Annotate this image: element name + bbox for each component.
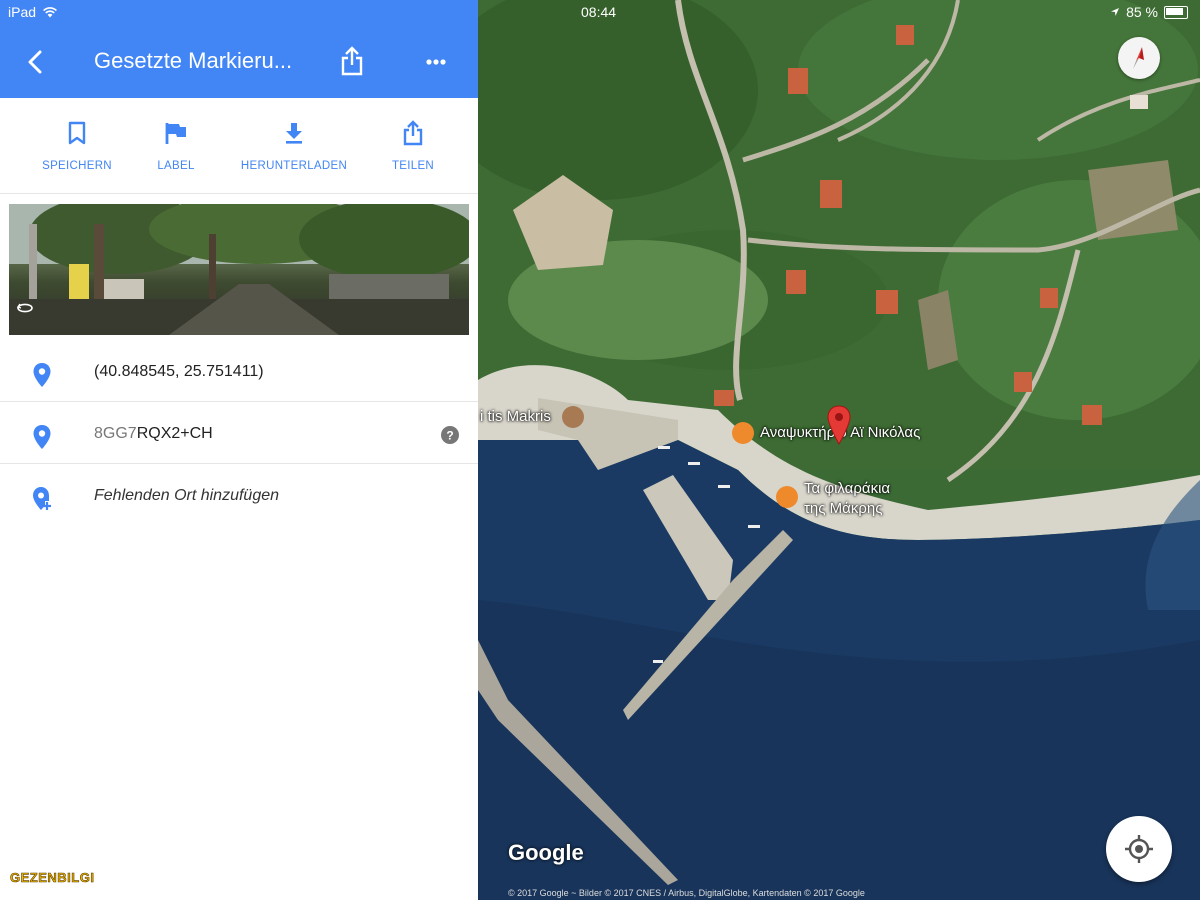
location-pin-icon <box>33 363 51 387</box>
download-icon <box>286 123 302 144</box>
status-bar-left: iPad <box>8 4 58 20</box>
compass-icon <box>1133 47 1144 69</box>
plus-code-suffix: RQX2+CH <box>136 425 213 442</box>
watermark-logo: GEZENBILGI <box>10 870 95 886</box>
flag-icon <box>165 123 186 144</box>
share-button[interactable]: TEILEN <box>388 98 438 193</box>
battery-icon <box>1164 5 1188 19</box>
my-location-button[interactable] <box>1106 816 1172 882</box>
label-label: LABEL <box>157 160 195 172</box>
clock: 08:44 <box>581 4 617 20</box>
plus-code-text: 8GG7RQX2+CH <box>94 425 213 443</box>
share-icon[interactable] <box>338 44 366 78</box>
satellite-imagery <box>478 0 1200 900</box>
google-logo: Google <box>508 840 584 865</box>
restaurant-icon[interactable] <box>732 422 754 444</box>
save-button[interactable]: SPEICHERN <box>42 98 112 193</box>
share-label: TEILEN <box>391 160 435 172</box>
svg-text:?: ? <box>446 429 453 443</box>
coordinates-row[interactable]: (40.848545, 25.751411) <box>0 344 478 402</box>
restaurant-icon[interactable] <box>776 486 798 508</box>
plus-code-prefix: 8GG7 <box>94 425 137 442</box>
plus-code-row[interactable]: 8GG7RQX2+CH ? <box>0 406 478 464</box>
location-pin-icon <box>33 425 51 449</box>
map-label-restaurant-line2[interactable]: της Μάκρης <box>804 500 882 517</box>
more-options-icon[interactable] <box>420 52 452 72</box>
coordinates-text: (40.848545, 25.751411) <box>94 363 264 380</box>
page-title: Gesetzte Markieru... <box>94 48 293 73</box>
action-toolbar: SPEICHERN LABEL HERUNTERLADEN TEILEN <box>0 98 478 194</box>
header-bar: iPad Gesetzte Markieru... <box>0 0 478 98</box>
add-missing-place-text: Fehlenden Ort hinzufügen <box>94 487 280 504</box>
compass-button[interactable] <box>1118 37 1160 79</box>
street-view-thumbnail[interactable] <box>9 204 469 335</box>
dropped-pin-marker[interactable] <box>825 404 853 448</box>
map-label-poi-left[interactable]: i tis Makris <box>480 408 551 425</box>
download-button[interactable]: HERUNTERLADEN <box>240 98 348 193</box>
location-arrow-icon <box>1111 8 1120 16</box>
download-label: HERUNTERLADEN <box>240 160 348 172</box>
map-copyright: © 2017 Google ~ Bilder © 2017 CNES / Air… <box>508 888 865 898</box>
add-missing-place-row[interactable]: Fehlenden Ort hinzufügen <box>0 468 478 525</box>
map-label-restaurant-line1[interactable]: Τα φιλαράκια <box>804 480 890 497</box>
save-label: SPEICHERN <box>42 160 112 172</box>
my-location-icon <box>1125 835 1153 863</box>
label-button[interactable]: LABEL <box>152 98 200 193</box>
wifi-icon <box>43 7 57 18</box>
bookmark-icon <box>68 121 86 145</box>
rotate-360-icon <box>16 303 33 313</box>
satellite-map[interactable]: 08:44 85 % i tis Makris Αναψυκτήριο Αϊ Ν… <box>478 0 1200 900</box>
device-label: iPad <box>8 4 37 20</box>
help-icon[interactable]: ? <box>441 426 459 444</box>
poi-marker-brown[interactable] <box>562 406 584 428</box>
back-arrow-icon[interactable] <box>22 46 50 78</box>
add-location-icon <box>33 487 51 510</box>
status-bar-right: 85 % <box>1110 4 1188 20</box>
street-view-photo <box>9 204 469 335</box>
share-icon <box>403 120 423 146</box>
battery-percent: 85 % <box>1126 4 1158 20</box>
place-details-panel: iPad Gesetzte Markieru... SPEICHERN LABE… <box>0 0 478 900</box>
